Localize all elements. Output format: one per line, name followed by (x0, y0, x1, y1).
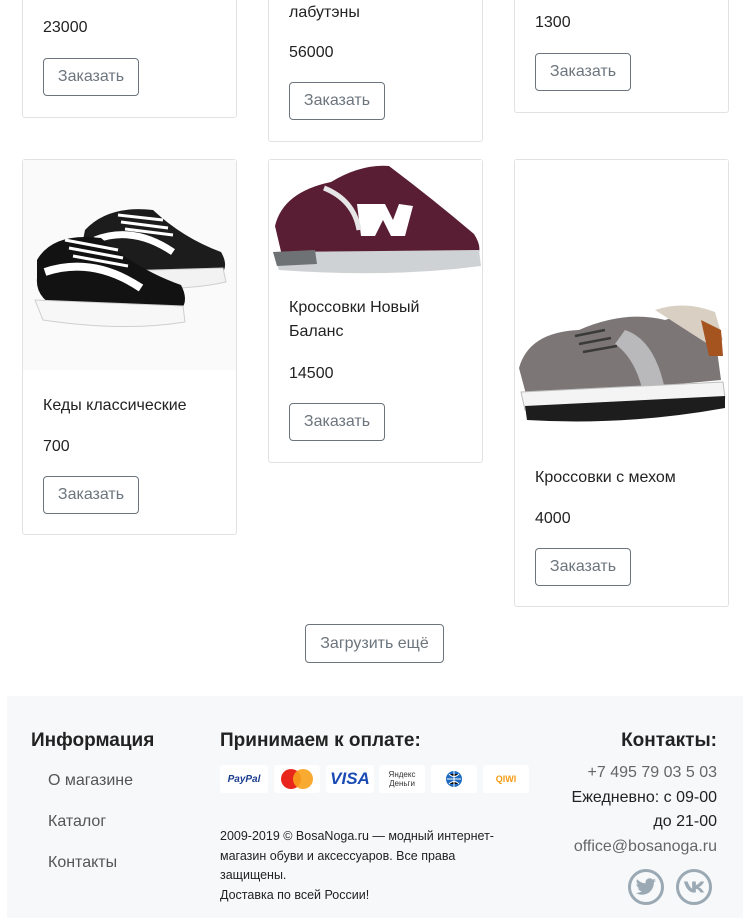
legal-text: 2009-2019 © BosaNoga.ru — модный интерне… (220, 829, 494, 902)
vk-icon[interactable] (676, 869, 712, 905)
working-hours: Ежедневно: с 09-00 (571, 789, 717, 806)
product-price: 700 (43, 438, 70, 455)
paypal-icon: PayPal (220, 765, 268, 793)
twitter-icon[interactable] (628, 869, 664, 905)
visa-icon: VISA (326, 765, 374, 793)
product-title: Кеды классические (43, 397, 187, 414)
mastercard-icon (274, 765, 320, 793)
mastercard-circles (281, 769, 313, 789)
footer-link-catalog[interactable]: Каталог (48, 813, 106, 831)
email-link[interactable]: office@bosanoga.ru (574, 838, 717, 856)
footer-link-contacts[interactable]: Контакты (48, 854, 117, 872)
product-title: лабутэны (289, 4, 360, 21)
footer: Информация О магазине Каталог Контакты П… (7, 696, 743, 918)
order-button[interactable]: Заказать (535, 548, 631, 586)
order-button[interactable]: Заказать (289, 82, 385, 120)
product-price: 14500 (289, 365, 334, 382)
product-price: 1300 (535, 14, 571, 31)
phone-link[interactable]: +7 495 79 03 5 03 (588, 764, 717, 782)
product-price: 23000 (43, 19, 88, 36)
product-card-2: лабутэны 56000 Заказать (268, 0, 483, 142)
yandex-money-icon: Яндекс Деньги (379, 765, 425, 793)
load-more-button[interactable]: Загрузить ещё (305, 624, 444, 663)
info-heading: Информация (31, 730, 155, 751)
product-card-1: 23000 Заказать (22, 0, 237, 118)
product-card-fur-sneakers[interactable]: Кроссовки с мехом 4000 Заказать (514, 159, 729, 607)
footer-link-about[interactable]: О магазине (48, 772, 133, 790)
webmoney-globe (446, 771, 462, 787)
burgundy-running-shoe-image (269, 160, 482, 280)
order-button[interactable]: Заказать (535, 53, 631, 91)
product-card-new-balance[interactable]: Кроссовки Новый Баланс 14500 Заказать (268, 159, 483, 463)
product-card-black-sneakers[interactable]: Кеды классические 700 Заказать (22, 159, 237, 535)
product-price: 56000 (289, 44, 334, 61)
product-card-3: 1300 Заказать (514, 0, 729, 113)
order-button[interactable]: Заказать (289, 403, 385, 441)
product-title: Кроссовки Новый Баланс (289, 299, 420, 340)
contacts-heading: Контакты: (621, 730, 717, 751)
black-sneakers-image (23, 160, 236, 370)
order-button[interactable]: Заказать (43, 58, 139, 96)
grey-fur-sneaker-image (515, 160, 728, 450)
working-hours-end: до 21-00 (653, 813, 717, 830)
product-price: 4000 (535, 510, 571, 527)
payment-heading: Принимаем к оплате: (220, 730, 421, 751)
webmoney-icon (431, 765, 477, 793)
product-title: Кроссовки с мехом (535, 469, 676, 486)
order-button[interactable]: Заказать (43, 476, 139, 514)
qiwi-icon: QIWI (483, 765, 529, 793)
